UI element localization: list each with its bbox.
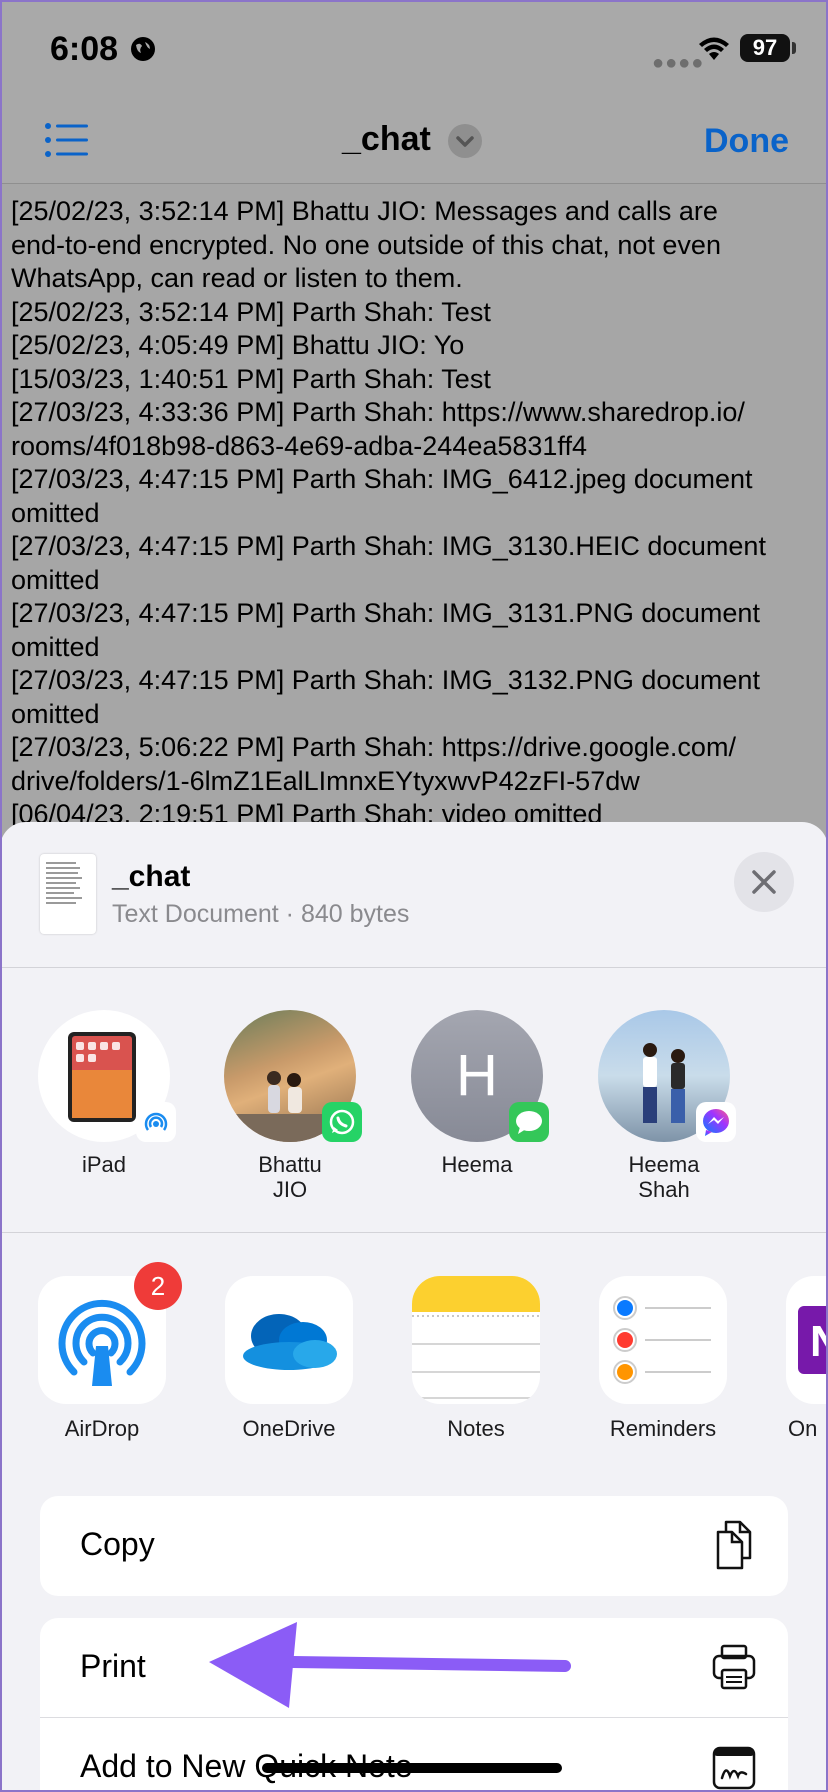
- navigation-bar: _chat Done: [0, 100, 828, 184]
- app-notes[interactable]: Notes: [396, 1276, 556, 1442]
- chevron-down-icon: [456, 136, 474, 147]
- messenger-icon: [696, 1102, 736, 1142]
- status-time: 6:08: [50, 30, 119, 68]
- person-heema[interactable]: H Heema: [397, 1010, 557, 1177]
- share-document-title: _chat: [112, 860, 191, 893]
- printer-icon: [712, 1644, 756, 1690]
- home-indicator[interactable]: [262, 1763, 562, 1773]
- share-document-subtitle: Text Document · 840 bytes: [112, 900, 410, 928]
- divider: [0, 1232, 828, 1233]
- action-group-copy: Copy: [40, 1496, 788, 1596]
- list-icon[interactable]: [44, 122, 90, 158]
- airdrop-icon: [136, 1102, 176, 1142]
- person-heema-shah[interactable]: Heema Shah: [584, 1010, 744, 1202]
- chat-line: [25/02/23, 4:05:49 PM] Bhattu JIO: Yo: [11, 330, 465, 360]
- messages-icon: [509, 1102, 549, 1142]
- app-onedrive[interactable]: OneDrive: [209, 1276, 369, 1442]
- wifi-icon: [699, 37, 729, 60]
- chat-line: omitted: [11, 631, 100, 662]
- action-label: Copy: [80, 1526, 155, 1562]
- person-label: Heema Shah: [628, 1152, 700, 1202]
- app-icon: N: [786, 1276, 828, 1404]
- copy-icon: [716, 1520, 752, 1570]
- chat-line: [27/03/23, 4:47:15 PM] Parth Shah: IMG_3…: [11, 598, 760, 628]
- chat-line: rooms/4f018b98-d863-4e69-adba-244ea5831f…: [11, 430, 587, 461]
- chat-line: [25/02/23, 3:52:14 PM] Bhattu JIO: Messa…: [11, 196, 718, 226]
- title-menu-button[interactable]: [448, 124, 482, 158]
- app-label: OneDrive: [242, 1416, 336, 1441]
- app-label: Notes: [447, 1416, 505, 1441]
- chat-line: [25/02/23, 3:52:14 PM] Parth Shah: Test: [11, 296, 491, 327]
- close-button[interactable]: [734, 852, 794, 912]
- document-preview-icon: [46, 862, 82, 904]
- person-label: iPad: [81, 1152, 127, 1177]
- avatar: [38, 1010, 176, 1142]
- document-title[interactable]: _chat: [342, 120, 431, 159]
- notification-badge: 2: [134, 1262, 182, 1310]
- document-thumbnail: [40, 854, 96, 934]
- chat-line: [15/03/23, 1:40:51 PM] Parth Shah: Test: [11, 363, 491, 394]
- chat-line: [27/03/23, 4:47:15 PM] Parth Shah: IMG_6…: [11, 464, 753, 494]
- app-icon: [412, 1276, 540, 1404]
- app-icon: [225, 1276, 353, 1404]
- chat-line: WhatsApp, can read or listen to them.: [11, 263, 463, 293]
- avatar: [598, 1010, 736, 1142]
- avatar: H: [411, 1010, 549, 1142]
- close-icon: [752, 870, 776, 894]
- chat-line: omitted: [11, 564, 100, 595]
- onenote-icon: N: [798, 1306, 828, 1374]
- copy-action[interactable]: Copy: [40, 1496, 788, 1596]
- done-button[interactable]: Done: [704, 122, 789, 161]
- chat-line: [27/03/23, 5:06:22 PM] Parth Shah: https…: [11, 732, 736, 762]
- person-bhattu-jio[interactable]: Bhattu JIO: [210, 1010, 370, 1202]
- battery-tip: [792, 42, 796, 54]
- chat-line: [27/03/23, 4:33:36 PM] Parth Shah: https…: [11, 397, 745, 427]
- chat-line: [27/03/23, 4:47:15 PM] Parth Shah: IMG_3…: [11, 531, 766, 561]
- chat-line: omitted: [11, 497, 100, 528]
- svg-text:N: N: [810, 1317, 828, 1366]
- chat-line: drive/folders/1-6lmZ1EalLImnxEYtyxwvP42z…: [11, 765, 640, 796]
- chat-line: omitted: [11, 698, 100, 729]
- app-label: On: [788, 1416, 818, 1441]
- divider: [0, 967, 828, 968]
- add-to-quick-note-action[interactable]: Add to New Quick Note: [40, 1718, 788, 1792]
- annotation-arrow: [209, 1622, 571, 1708]
- app-airdrop[interactable]: 2 AirDrop: [22, 1262, 182, 1442]
- quick-note-icon: [712, 1746, 756, 1790]
- status-bar: 6:08 ●●●● 97: [0, 0, 828, 100]
- chat-line: end-to-end encrypted. No one outside of …: [11, 229, 721, 260]
- person-label: Heema: [441, 1152, 513, 1177]
- battery-indicator: 97: [740, 34, 790, 62]
- app-label: Reminders: [609, 1416, 717, 1441]
- app-onenote[interactable]: N On: [770, 1276, 828, 1442]
- person-label: Bhattu JIO: [258, 1152, 322, 1202]
- app-label: AirDrop: [64, 1416, 140, 1441]
- chat-line: [27/03/23, 4:47:15 PM] Parth Shah: IMG_3…: [11, 665, 760, 695]
- onedrive-cloud-icon: [243, 1314, 337, 1370]
- action-label: Print: [80, 1648, 146, 1684]
- chat-line: [06/04/23, 2:19:51 PM] Parth Shah: video…: [11, 799, 603, 825]
- reminders-icon: [613, 1296, 711, 1384]
- app-icon: [599, 1276, 727, 1404]
- notes-icon: [412, 1276, 540, 1399]
- person-ipad[interactable]: iPad: [24, 1010, 184, 1177]
- app-reminders[interactable]: Reminders: [583, 1276, 743, 1442]
- whatsapp-icon: [322, 1102, 362, 1142]
- globe-icon: [131, 37, 155, 61]
- app-icon: 2: [38, 1262, 182, 1404]
- avatar: [224, 1010, 362, 1142]
- chat-text-content: [25/02/23, 3:52:14 PM] Bhattu JIO: Messa…: [0, 185, 828, 825]
